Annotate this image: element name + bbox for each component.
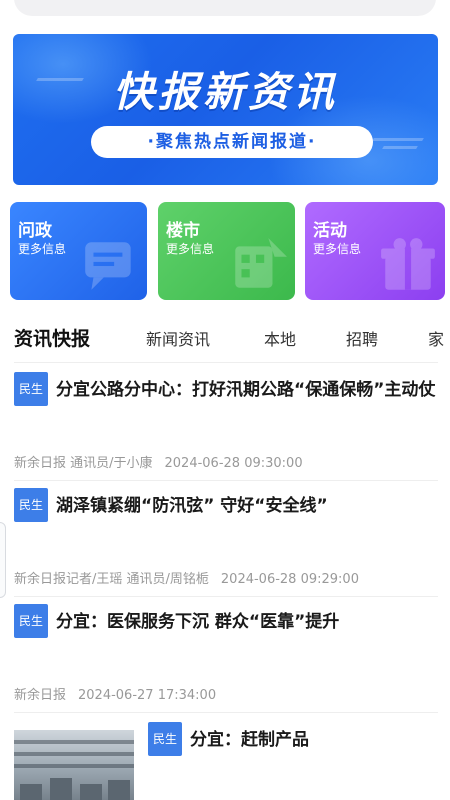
category-tag: 民生	[148, 722, 183, 756]
chat-icon	[85, 242, 131, 290]
news-item[interactable]: 民生 分宜公路分中心：打好汛期公路“保通保畅”主动仗 新余日报 通讯员/于小康 20…	[14, 372, 438, 480]
divider	[14, 362, 438, 363]
category-title: 问政	[18, 221, 52, 241]
divider	[14, 712, 438, 713]
news-meta: 新余日报 通讯员/于小康 2024-06-28 09:30:00	[14, 452, 303, 471]
news-item[interactable]: 民生 湖泽镇紧绷“防汛弦” 守好“安全线” 新余日报记者/王瑶 通讯员/周铭栀 20…	[14, 488, 438, 596]
news-tab-bar: 资讯快报 新闻资讯 本地 招聘 家	[0, 316, 450, 356]
news-item[interactable]: 民生 分宜：医保服务下沉 群众“医靠”提升 新余日报 2024-06-27 17:3…	[14, 604, 438, 712]
divider	[14, 596, 438, 597]
category-card-loushi[interactable]: 楼市 更多信息	[158, 202, 295, 300]
gift-icon	[381, 238, 435, 290]
category-tag: 民生	[14, 604, 49, 638]
tab-news-flash[interactable]: 资讯快报	[14, 324, 90, 351]
news-item[interactable]: 民生 分宜：赶制产品	[148, 722, 438, 800]
category-subtitle: 更多信息	[166, 242, 215, 256]
search-bar[interactable]	[14, 0, 436, 16]
category-title: 活动	[313, 221, 347, 241]
news-meta: 新余日报记者/王瑶 通讯员/周铭栀 2024-06-28 09:29:00	[14, 568, 359, 587]
news-time: 2024-06-28 09:29:00	[220, 572, 359, 587]
news-source: 新余日报 通讯员/于小康	[14, 456, 153, 471]
banner-subtitle: ·聚焦热点新闻报道·	[91, 126, 373, 158]
news-title: 民生 分宜：医保服务下沉 群众“医靠”提升	[14, 604, 438, 638]
news-title: 民生 湖泽镇紧绷“防汛弦” 守好“安全线”	[14, 488, 438, 522]
banner-carousel[interactable]: 快报新资讯 ·聚焦热点新闻报道·	[13, 34, 438, 185]
category-tag: 民生	[14, 372, 49, 406]
news-time: 2024-06-27 17:34:00	[78, 688, 217, 703]
category-card-wenzheng[interactable]: 问政 更多信息	[10, 202, 147, 300]
divider	[14, 480, 438, 481]
building-icon	[235, 238, 287, 288]
news-meta: 新余日报 2024-06-27 17:34:00	[14, 684, 216, 703]
banner-title: 快报新资讯	[113, 68, 338, 116]
news-thumbnail[interactable]	[14, 730, 134, 800]
tab-home[interactable]: 家	[428, 326, 444, 350]
tab-news-info[interactable]: 新闻资讯	[146, 326, 210, 350]
category-subtitle: 更多信息	[18, 242, 67, 256]
tab-jobs[interactable]: 招聘	[346, 326, 378, 350]
news-source: 新余日报记者/王瑶 通讯员/周铭栀	[14, 572, 209, 587]
news-title: 民生 分宜：赶制产品	[148, 722, 438, 756]
category-title: 楼市	[166, 221, 200, 241]
news-time: 2024-06-28 09:30:00	[164, 456, 303, 471]
tab-local[interactable]: 本地	[264, 326, 296, 350]
category-tag: 民生	[14, 488, 49, 522]
floating-side-handle[interactable]	[0, 522, 6, 598]
category-subtitle: 更多信息	[313, 242, 362, 256]
news-title: 民生 分宜公路分中心：打好汛期公路“保通保畅”主动仗	[14, 372, 438, 406]
news-source: 新余日报	[14, 688, 67, 703]
category-card-huodong[interactable]: 活动 更多信息	[305, 202, 445, 300]
